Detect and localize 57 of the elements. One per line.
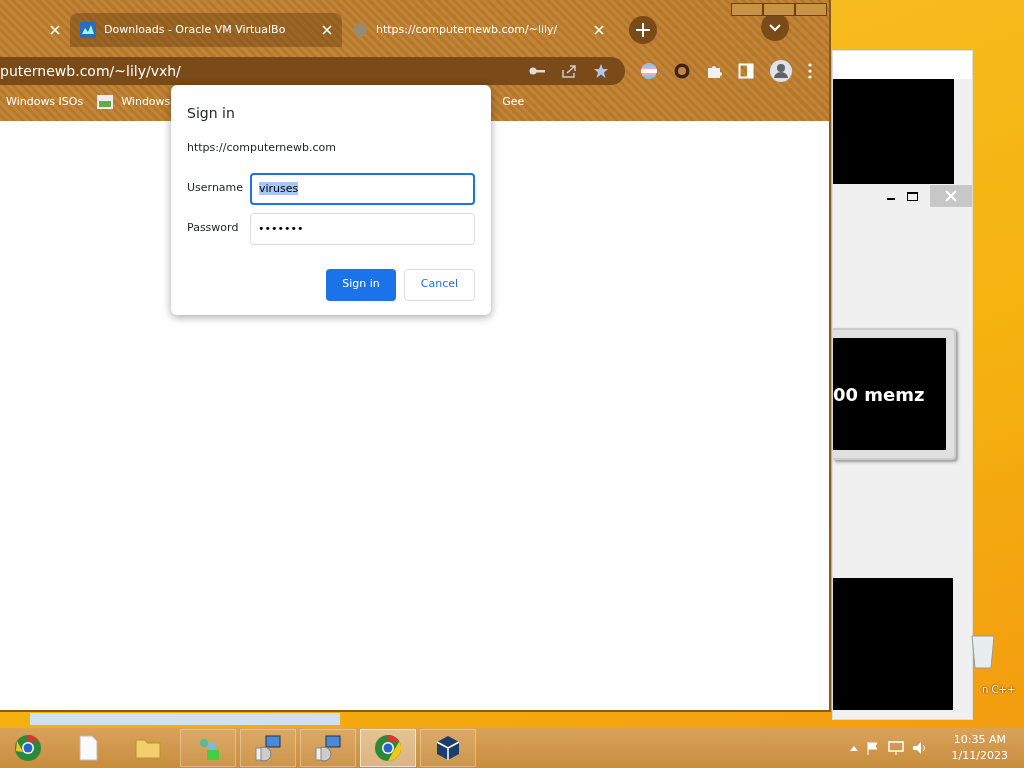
taskbar-button[interactable] [360,729,416,767]
bookmark[interactable]: Windows [97,93,171,111]
monitor-icon [80,22,96,38]
chevron-up-icon[interactable] [849,745,858,751]
tab-title: https://computernewb.com/~lily/ [376,21,559,38]
maximize-icon[interactable] [907,191,918,201]
chrome-icon [14,734,42,762]
globe-icon [352,22,368,38]
minimize-button[interactable] [731,3,763,16]
taskbar-button[interactable] [240,729,296,767]
input-field[interactable]: ••••••• [250,212,475,245]
tab[interactable]: https://computernewb.com/~lily/ [342,13,614,47]
dialog-title: Sign in [187,104,236,123]
side-panel-icon[interactable] [738,63,754,79]
bookmark[interactable]: Windows ISOs [6,93,84,111]
new-tab-icon[interactable] [629,16,657,44]
field-label: Username [187,180,245,197]
star-icon[interactable] [593,63,609,79]
cube-icon [434,734,462,762]
close-icon[interactable] [322,25,332,35]
field-label: Password [187,220,240,237]
key-icon[interactable] [529,66,545,76]
date-text: 1/11/2023 [951,748,1008,764]
puzzle-icon[interactable] [706,63,722,79]
flag-icon[interactable] [865,741,880,755]
tab[interactable]: Downloads - Oracle VM VirtualBo [70,13,342,47]
close-icon[interactable] [50,25,60,35]
setup-icon [314,734,342,762]
time-text: 10:35 AM [952,731,1007,748]
share-icon[interactable] [561,64,577,78]
input-field[interactable]: viruses [250,172,475,205]
speaker-icon[interactable] [911,741,928,755]
menu-icon[interactable] [808,63,812,79]
network-icon[interactable] [887,741,904,755]
taskbar-button[interactable] [420,729,476,767]
taskbar-button[interactable] [300,729,356,767]
profile-icon[interactable] [770,60,792,82]
setup-icon [254,734,282,762]
sign-in-button[interactable]: Sign in [326,268,396,301]
url-text: puternewb.com/~lily/vxh/ [0,61,181,81]
scrollbar[interactable] [30,713,340,725]
tab-title: Downloads - Oracle VM VirtualBo [104,21,287,38]
bookmark[interactable]: Gee [502,93,525,111]
page-icon [97,95,114,109]
maximize-button[interactable] [763,3,795,16]
clock[interactable]: 10:35 AM 1/11/2023 [951,731,1008,765]
tab-search-icon[interactable] [761,13,789,41]
cancel-button[interactable]: Cancel [403,268,475,301]
origin-text: https://computernewb.com [187,140,337,156]
avatar-icon[interactable] [674,63,690,79]
flag-icon[interactable] [640,62,658,80]
close-button[interactable] [795,3,827,16]
close-icon[interactable] [594,25,604,35]
address-bar[interactable]: puternewb.com/~lily/vxh/ [0,57,625,85]
chrome-icon [374,734,402,762]
recycle-bin-icon[interactable] [970,632,996,670]
display-text: 00 memz [833,382,925,407]
